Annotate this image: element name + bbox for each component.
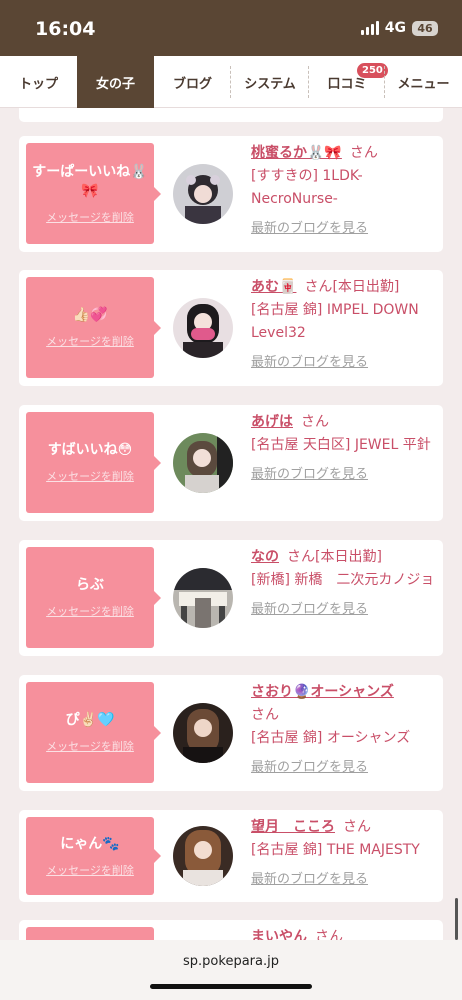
signal-icon <box>360 21 379 35</box>
message-text: にゃん🐾 <box>60 835 120 852</box>
shop-name[interactable]: [名古屋 錦] オーシャンズ <box>251 727 441 750</box>
honorific: さん <box>304 279 333 295</box>
message-text: すーぱーいいね🐰🎀 <box>32 163 148 199</box>
girl-name-link[interactable]: 桃蜜るか🐰🎀 <box>251 145 342 161</box>
avatar[interactable] <box>173 568 233 628</box>
delete-message-link[interactable]: メッセージを削除 <box>46 738 134 754</box>
latest-blog-link[interactable]: 最新のブログを見る <box>251 463 441 486</box>
girl-info: あむ🀄 さん[本日出勤] [名古屋 錦] IMPEL DOWN Level32 最… <box>251 276 441 374</box>
main-nav: トップ 女の子 ブログ システム 口コミ 250 メニュー <box>0 56 462 108</box>
tab-label: メニュー <box>397 76 450 92</box>
working-today-tag: [本日出勤] <box>315 549 382 565</box>
status-indicators: 4G 46 <box>360 20 438 36</box>
latest-blog-link[interactable]: 最新のブログを見る <box>251 756 441 779</box>
working-today-tag: [本日出勤] <box>332 279 400 295</box>
message-list[interactable]: すーぱーいいね🐰🎀 メッセージを削除 桃蜜るか🐰🎀 さん [すすきの] 1LDK-… <box>0 108 462 940</box>
tab-top[interactable]: トップ <box>0 56 77 108</box>
message-bubble: 👍🏻💞 メッセージを削除 <box>26 277 161 378</box>
tab-reviews[interactable]: 口コミ 250 <box>309 56 388 108</box>
message-bubble: ぴ✌🏻🩵 メッセージを削除 <box>26 682 161 783</box>
status-time: 16:04 <box>35 18 96 40</box>
latest-blog-link[interactable]: 最新のブログを見る <box>251 217 441 240</box>
tab-menu[interactable]: メニュー <box>385 56 462 108</box>
network-type: 4G <box>384 20 406 36</box>
girl-info: さおり🔮オーシャンズ さん [名古屋 錦] オーシャンズ 最新のブログを見る <box>251 681 441 779</box>
girl-name-link[interactable]: あむ🀄 <box>251 279 296 295</box>
honorific: さん <box>301 414 329 430</box>
message-bubble: らぶ メッセージを削除 <box>26 547 161 648</box>
girl-name-link[interactable]: さおり🔮オーシャンズ <box>251 684 394 700</box>
avatar[interactable] <box>173 826 233 886</box>
list-item: すーぱーいいね🐰🎀 メッセージを削除 桃蜜るか🐰🎀 さん [すすきの] 1LDK-… <box>19 136 443 252</box>
message-text: ぴ✌🏻🩵 <box>65 712 115 728</box>
status-bar: 16:04 4G 46 <box>0 0 462 56</box>
message-text: すばいいね😳 <box>47 442 133 458</box>
list-item: 👍🏻💞 メッセージを削除 あむ🀄 さん[本日出勤] [名古屋 錦] IMPEL D… <box>19 270 443 386</box>
honorific: さん <box>315 929 343 940</box>
delete-message-link[interactable]: メッセージを削除 <box>46 209 134 225</box>
girl-info: 望月 こころ さん [名古屋 錦] THE MAJESTY 最新のブログを見る <box>251 816 441 891</box>
message-bubble: にゃん🐾 メッセージを削除 <box>26 817 161 895</box>
honorific: さん <box>287 549 315 565</box>
delete-message-link[interactable]: メッセージを削除 <box>46 603 134 619</box>
message-bubble <box>26 927 154 940</box>
latest-blog-link[interactable]: 最新のブログを見る <box>251 598 441 621</box>
girl-info: まいやん さん <box>251 926 441 940</box>
honorific: さん <box>349 145 378 161</box>
list-item: ぴ✌🏻🩵 メッセージを削除 さおり🔮オーシャンズ さん [名古屋 錦] オーシャ… <box>19 675 443 791</box>
home-indicator[interactable] <box>150 984 312 989</box>
message-bubble: すばいいね😳 メッセージを削除 <box>26 412 161 513</box>
girl-info: あげは さん [名古屋 天白区] JEWEL 平針 最新のブログを見る <box>251 411 441 486</box>
tab-system[interactable]: システム <box>231 56 309 108</box>
girl-name-link[interactable]: あげは <box>251 414 293 430</box>
delete-message-link[interactable]: メッセージを削除 <box>46 333 134 349</box>
list-item <box>19 108 443 122</box>
avatar[interactable] <box>173 433 233 493</box>
tab-blog[interactable]: ブログ <box>154 56 231 108</box>
list-item: まいやん さん <box>19 920 443 940</box>
girl-name-link[interactable]: まいやん <box>251 929 307 940</box>
list-item: らぶ メッセージを削除 なの さん[本日出勤] [新橋] 新橋 二次元カノジョ 最… <box>19 540 443 656</box>
shop-name[interactable]: [名古屋 錦] THE MAJESTY <box>251 839 441 862</box>
shop-name[interactable]: [新橋] 新橋 二次元カノジョ <box>251 569 441 592</box>
tab-girls[interactable]: 女の子 <box>77 56 154 108</box>
shop-name[interactable]: [すすきの] 1LDK-NecroNurse- <box>251 165 441 211</box>
url-text: sp.pokepara.jp <box>183 954 279 969</box>
tab-label: システム <box>244 76 296 92</box>
girl-name-link[interactable]: なの <box>251 549 279 565</box>
delete-message-link[interactable]: メッセージを削除 <box>46 862 134 878</box>
battery-icon: 46 <box>412 20 438 36</box>
tab-label: トップ <box>18 76 58 92</box>
avatar[interactable] <box>173 703 233 763</box>
honorific: さん <box>343 819 371 835</box>
avatar[interactable] <box>173 164 233 224</box>
avatar[interactable] <box>173 298 233 358</box>
browser-address-bar[interactable]: sp.pokepara.jp <box>0 940 462 1000</box>
scrollbar[interactable] <box>455 898 458 940</box>
latest-blog-link[interactable]: 最新のブログを見る <box>251 868 441 891</box>
girl-info: なの さん[本日出勤] [新橋] 新橋 二次元カノジョ 最新のブログを見る <box>251 546 441 621</box>
delete-message-link[interactable]: メッセージを削除 <box>46 468 134 484</box>
latest-blog-link[interactable]: 最新のブログを見る <box>251 351 441 374</box>
list-item: にゃん🐾 メッセージを削除 望月 こころ さん [名古屋 錦] THE MAJES… <box>19 810 443 902</box>
list-item: すばいいね😳 メッセージを削除 あげは さん [名古屋 天白区] JEWEL 平針… <box>19 405 443 521</box>
honorific: さん <box>251 707 279 723</box>
girl-info: 桃蜜るか🐰🎀 さん [すすきの] 1LDK-NecroNurse- 最新のブログを… <box>251 142 441 240</box>
shop-name[interactable]: [名古屋 錦] IMPEL DOWN Level32 <box>251 299 441 345</box>
girl-name-link[interactable]: 望月 こころ <box>251 819 335 835</box>
shop-name[interactable]: [名古屋 天白区] JEWEL 平針 <box>251 434 441 457</box>
message-text: 👍🏻💞 <box>72 307 108 323</box>
message-text: らぶ <box>76 577 104 593</box>
tab-label: ブログ <box>172 76 212 92</box>
message-bubble: すーぱーいいね🐰🎀 メッセージを削除 <box>26 143 161 244</box>
tab-label: 女の子 <box>95 76 135 92</box>
